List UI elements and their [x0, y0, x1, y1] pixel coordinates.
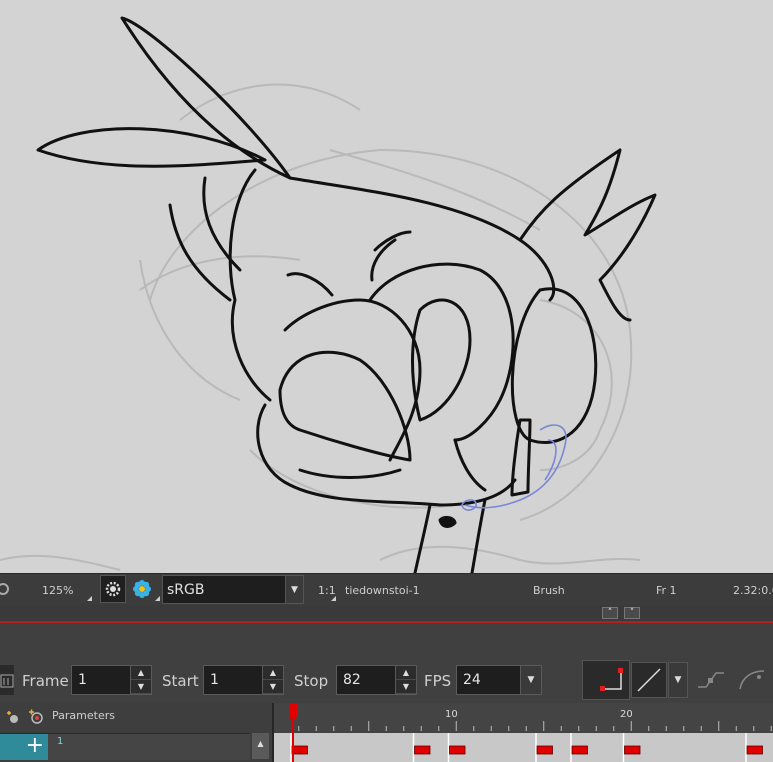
collapse-down-icon[interactable]: ˅	[624, 607, 640, 619]
frame-area[interactable]: 10 20	[274, 703, 773, 762]
keyframe-marker	[624, 745, 641, 755]
layer-scrollbar[interactable]: ▲	[252, 733, 269, 759]
fps-value: 24	[463, 672, 481, 688]
keyframe-marker	[449, 745, 466, 755]
canvas-status-bar: 125% sRGB ▼ 1:1 tiedownstoi-1 Brush Fr 1…	[0, 573, 773, 606]
line-interpolation-icon[interactable]	[631, 662, 667, 698]
zoom-level[interactable]: 125%	[42, 584, 73, 597]
playback-icon[interactable]	[0, 665, 14, 695]
stop-value: 82	[343, 672, 361, 688]
frame-track[interactable]	[274, 733, 773, 762]
layer-list: Parameters + 1 ▲	[0, 703, 274, 762]
frame-stepper[interactable]: ▲ ▼	[130, 666, 151, 694]
timeline-panel: Parameters + 1 ▲ 10 20	[0, 703, 773, 762]
keyframe-marker	[571, 745, 588, 755]
start-value: 1	[210, 672, 219, 688]
decrement-icon[interactable]: ▼	[263, 680, 283, 694]
decrement-icon[interactable]: ▼	[396, 680, 416, 694]
zoom-menu-icon[interactable]	[87, 596, 92, 601]
start-label: Start	[162, 672, 199, 690]
current-layer-name: tiedownstoi-1	[345, 584, 420, 597]
layer-row[interactable]: + 1	[0, 733, 250, 760]
ratio-menu-icon[interactable]	[331, 596, 336, 601]
dropdown-arrow-icon[interactable]: ▼	[520, 666, 541, 694]
keyframe-marker	[746, 745, 763, 755]
fps-label: FPS	[424, 672, 452, 690]
ruler-ticks	[298, 721, 772, 731]
start-stepper[interactable]: ▲ ▼	[262, 666, 283, 694]
current-frame: Fr 1	[656, 584, 677, 597]
playback-toolbar: Frame 1 ▲ ▼ Start 1 ▲ ▼ Stop 82 ▲ ▼ FPS 24 …	[0, 623, 773, 703]
curve-icon[interactable]	[737, 667, 767, 693]
keyframe-corner-icon[interactable]	[582, 660, 630, 700]
parameters-header: Parameters	[52, 709, 115, 722]
color-space-value: sRGB	[167, 582, 205, 598]
increment-icon[interactable]: ▲	[263, 666, 283, 680]
cursor-coords: 2.32:0.6	[733, 584, 773, 597]
settings-icon[interactable]	[0, 575, 12, 603]
increment-icon[interactable]: ▲	[396, 666, 416, 680]
link-icon[interactable]	[696, 667, 726, 693]
keyframe-track	[290, 733, 763, 762]
stop-stepper[interactable]: ▲ ▼	[395, 666, 416, 694]
keyframe-marker	[536, 745, 553, 755]
frame-label: Frame	[22, 672, 69, 690]
color-menu-icon[interactable]	[155, 596, 160, 601]
stop-label: Stop	[294, 672, 329, 690]
increment-icon[interactable]: ▲	[131, 666, 151, 680]
layer-add-button[interactable]: +	[0, 734, 48, 760]
drawing-canvas[interactable]	[0, 0, 773, 573]
panel-divider[interactable]: ˄ ˅	[0, 605, 773, 623]
color-space-select[interactable]: sRGB ▼	[162, 575, 304, 604]
frame-field[interactable]: 1 ▲ ▼	[71, 665, 152, 695]
frame-value: 1	[78, 672, 87, 688]
add-drawing-icon[interactable]	[4, 709, 22, 725]
flower-icon[interactable]	[129, 575, 155, 603]
dropdown-arrow-icon[interactable]: ▼	[668, 662, 688, 698]
keyframe-marker	[291, 745, 308, 755]
add-peg-icon[interactable]	[26, 708, 46, 726]
collapse-up-icon[interactable]: ˄	[602, 607, 618, 619]
layer-number: 1	[57, 736, 64, 747]
frame-ruler[interactable]: 10 20	[274, 703, 773, 733]
start-field[interactable]: 1 ▲ ▼	[203, 665, 284, 695]
decrement-icon[interactable]: ▼	[131, 680, 151, 694]
current-tool: Brush	[533, 584, 565, 597]
keyframe-marker	[414, 745, 431, 755]
fps-select[interactable]: 24 ▼	[456, 665, 542, 695]
gear-icon[interactable]	[100, 575, 126, 603]
sketch-drawing	[0, 16, 657, 573]
stop-field[interactable]: 82 ▲ ▼	[336, 665, 417, 695]
dropdown-arrow-icon[interactable]: ▼	[285, 576, 303, 603]
